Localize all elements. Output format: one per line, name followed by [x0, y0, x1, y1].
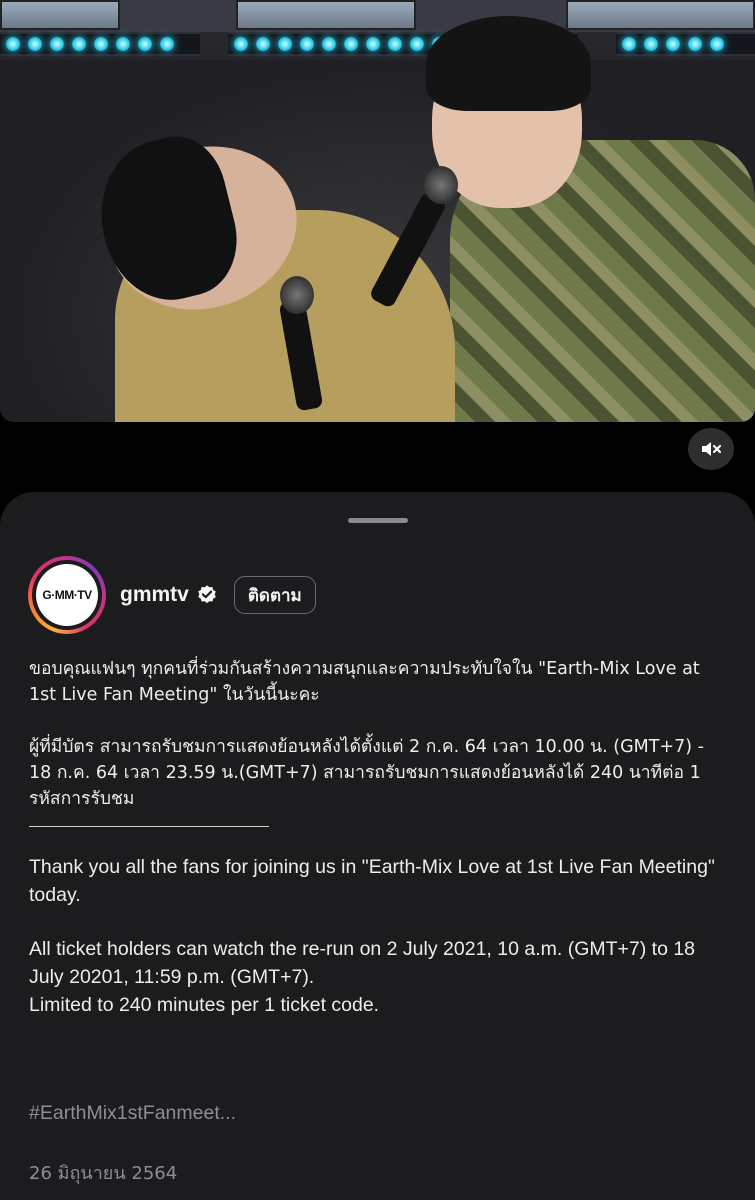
video-player[interactable]	[0, 0, 755, 422]
account-username[interactable]: gmmtv	[120, 583, 189, 607]
stage-screen	[566, 0, 755, 30]
caption-sheet: G·MM·TV gmmtv ติดตาม ขอบคุณแฟนๆ ทุกคนที่…	[0, 492, 755, 1200]
caption-thai-thanks: ขอบคุณแฟนๆ ทุกคนที่ร่วมกันสร้างความสนุกแ…	[29, 659, 700, 705]
sheet-drag-handle[interactable]	[348, 518, 408, 523]
post-caption: ขอบคุณแฟนๆ ทุกคนที่ร่วมกันสร้างความสนุกแ…	[29, 656, 729, 1019]
verified-badge-icon	[198, 585, 216, 604]
speaker-muted-icon	[702, 442, 722, 456]
stage-screen	[236, 0, 416, 30]
stage-screen	[0, 0, 120, 30]
avatar-logo-text: G·MM·TV	[42, 588, 92, 602]
caption-english-limit: Limited to 240 minutes per 1 ticket code…	[29, 994, 380, 1016]
caption-english-rerun-info: All ticket holders can watch the re-run …	[29, 938, 696, 988]
post-date: 26 มิถุนายน 2564	[29, 1163, 178, 1184]
stage-screens	[0, 0, 755, 32]
follow-button[interactable]: ติดตาม	[233, 576, 316, 614]
microphone-head	[424, 166, 458, 204]
avatar-story-ring[interactable]: G·MM·TV	[28, 556, 106, 634]
avatar[interactable]: G·MM·TV	[36, 564, 98, 626]
mute-toggle-button[interactable]	[688, 428, 734, 470]
caption-thai-rerun-info: ผู้ที่มีบัตร สามารถรับชมการแสดงย้อนหลังไ…	[29, 737, 704, 809]
stage-light-bar	[0, 32, 200, 56]
caption-english-thanks: Thank you all the fans for joining us in…	[29, 856, 715, 906]
microphone-head	[280, 276, 314, 314]
stage-light-bar	[616, 32, 755, 56]
performer-right-hair	[426, 16, 591, 111]
caption-hashtag[interactable]: #EarthMix1stFanmeet...	[29, 1102, 236, 1125]
account-row: G·MM·TV gmmtv ติดตาม	[28, 556, 316, 634]
